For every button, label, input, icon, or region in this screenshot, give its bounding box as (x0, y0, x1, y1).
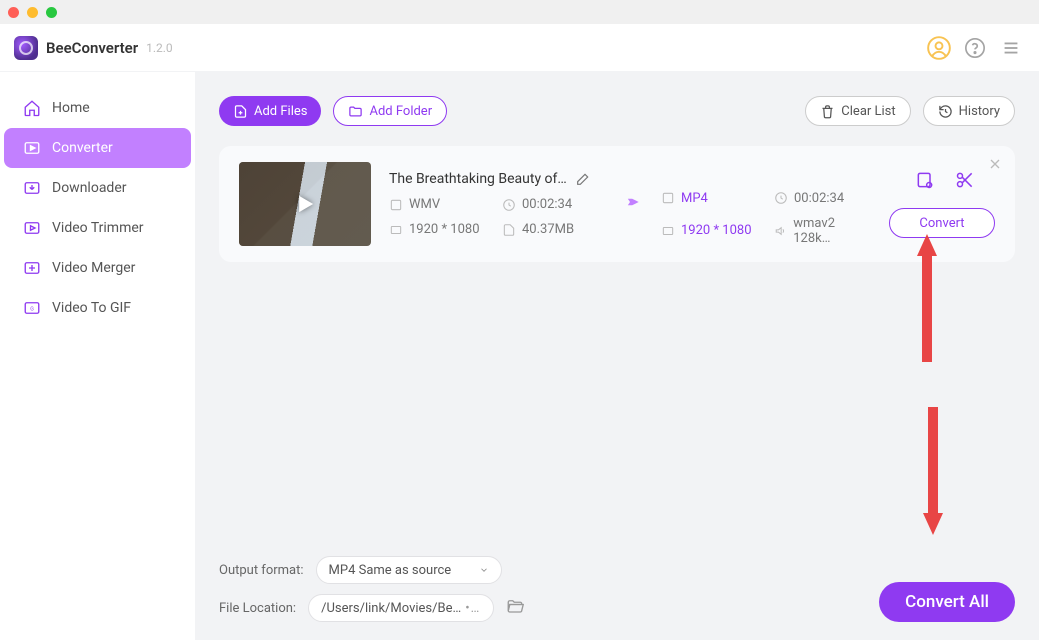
dst-resolution[interactable]: 1920 * 1080 (661, 216, 758, 246)
sidebar-item-trimmer[interactable]: Video Trimmer (4, 208, 191, 248)
play-icon (239, 162, 371, 246)
sidebar-label: Video Trimmer (52, 220, 144, 236)
menu-icon[interactable] (997, 34, 1025, 62)
convert-all-label: Convert All (905, 592, 989, 612)
sidebar-item-converter[interactable]: Converter (4, 128, 191, 168)
video-thumbnail[interactable] (239, 162, 371, 246)
user-icon[interactable] (925, 34, 953, 62)
traffic-light-min[interactable] (27, 7, 38, 18)
history-label: History (959, 104, 1000, 119)
app-logo (14, 36, 38, 60)
sidebar-label: Downloader (52, 180, 127, 196)
sidebar-item-home[interactable]: Home (4, 88, 191, 128)
sidebar-item-gif[interactable]: G Video To GIF (4, 288, 191, 328)
sidebar-label: Home (52, 100, 90, 116)
trimmer-icon (22, 218, 42, 238)
arrow-icon (617, 189, 643, 219)
app-version: 1.2.0 (146, 41, 173, 55)
sidebar-label: Video To GIF (52, 300, 131, 316)
chevron-down-icon (479, 565, 489, 575)
app-header: BeeConverter 1.2.0 (0, 24, 1039, 72)
output-format-label: Output format: (219, 563, 304, 578)
edit-title-icon[interactable] (575, 171, 591, 187)
source-info: The Breathtaking Beauty of N… WMV 00:02:… (389, 171, 599, 237)
clear-list-label: Clear List (841, 104, 895, 119)
file-location-value: /Users/link/Movies/BeeC (321, 601, 465, 616)
clear-list-button[interactable]: Clear List (805, 96, 910, 126)
traffic-light-close[interactable] (8, 7, 19, 18)
close-card-icon[interactable] (987, 156, 1003, 176)
more-icon[interactable]: ••• (465, 601, 481, 616)
converter-icon (22, 138, 42, 158)
convert-label: Convert (919, 216, 964, 231)
dest-info: MP4 00:02:34 1920 * 1080 wmav2 128k… (661, 163, 871, 246)
history-button[interactable]: History (923, 96, 1015, 126)
src-format: WMV (389, 197, 486, 212)
src-resolution: 1920 * 1080 (389, 222, 486, 237)
main-panel: Add Files Add Folder Clear List History (195, 72, 1039, 640)
dst-format[interactable]: MP4 (661, 191, 758, 206)
scissors-icon[interactable] (955, 170, 975, 194)
help-icon[interactable] (961, 34, 989, 62)
downloader-icon (22, 178, 42, 198)
dst-duration: 00:02:34 (774, 191, 871, 206)
output-format-dropdown[interactable]: MP4 Same as source (316, 556, 502, 584)
bottom-bar: Output format: MP4 Same as source File L… (219, 556, 1015, 622)
svg-text:G: G (30, 306, 34, 312)
output-format-value: MP4 Same as source (329, 563, 452, 578)
sidebar-label: Converter (52, 140, 113, 156)
add-files-button[interactable]: Add Files (219, 96, 321, 126)
add-files-label: Add Files (254, 104, 307, 119)
app-name: BeeConverter (46, 39, 138, 57)
file-location-field[interactable]: /Users/link/Movies/BeeC ••• (308, 594, 494, 622)
gif-icon: G (22, 298, 42, 318)
file-title: The Breathtaking Beauty of N… (389, 171, 569, 187)
file-card: The Breathtaking Beauty of N… WMV 00:02:… (219, 146, 1015, 262)
card-actions: Convert (889, 170, 995, 238)
annotation-arrow-up (915, 232, 939, 362)
annotation-arrow-down (921, 407, 945, 537)
src-size: 40.37MB (502, 222, 599, 237)
traffic-light-max[interactable] (46, 7, 57, 18)
sidebar-label: Video Merger (52, 260, 135, 276)
convert-all-button[interactable]: Convert All (879, 582, 1015, 622)
settings-icon[interactable] (915, 170, 935, 194)
dst-audio: wmav2 128k… (774, 216, 871, 246)
sidebar-item-merger[interactable]: Video Merger (4, 248, 191, 288)
convert-button[interactable]: Convert (889, 208, 995, 238)
home-icon (22, 98, 42, 118)
src-duration: 00:02:34 (502, 197, 599, 212)
add-folder-label: Add Folder (369, 104, 432, 119)
toolbar: Add Files Add Folder Clear List History (219, 96, 1015, 126)
file-location-label: File Location: (219, 601, 296, 616)
sidebar-item-downloader[interactable]: Downloader (4, 168, 191, 208)
add-folder-button[interactable]: Add Folder (333, 96, 447, 126)
sidebar: Home Converter Downloader Video Trimmer … (0, 72, 195, 640)
merger-icon (22, 258, 42, 278)
open-folder-icon[interactable] (506, 597, 524, 619)
window-titlebar (0, 0, 1039, 24)
